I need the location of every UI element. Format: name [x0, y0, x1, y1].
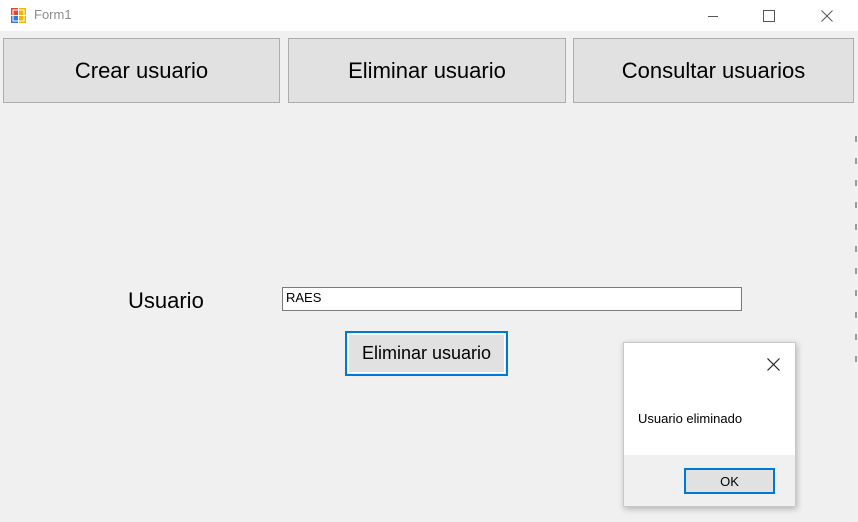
- minimize-button[interactable]: [684, 0, 742, 31]
- eliminar-usuario-submit-button[interactable]: Eliminar usuario: [345, 331, 508, 376]
- usuario-label: Usuario: [128, 288, 204, 313]
- message-box: Usuario eliminado OK: [623, 342, 796, 507]
- window-title: Form1: [34, 7, 72, 22]
- usuario-input[interactable]: RAES: [282, 287, 742, 311]
- message-box-close-button[interactable]: [762, 353, 784, 375]
- maximize-button[interactable]: [740, 0, 798, 31]
- consultar-usuarios-button[interactable]: Consultar usuarios: [573, 38, 854, 103]
- minimize-icon: [708, 15, 718, 17]
- eliminar-usuario-submit-label: Eliminar usuario: [361, 343, 492, 363]
- title-bar[interactable]: Form1: [0, 0, 858, 31]
- ok-button[interactable]: OK: [684, 468, 775, 494]
- close-button[interactable]: [798, 0, 856, 31]
- message-box-footer: OK: [624, 455, 795, 506]
- message-box-text: Usuario eliminado: [638, 411, 743, 426]
- main-window: Form1 Crear usuario Eliminar usuario Con…: [0, 0, 858, 522]
- winforms-app-icon: [11, 8, 26, 23]
- eliminar-usuario-nav-button[interactable]: Eliminar usuario: [288, 38, 566, 103]
- close-icon: [766, 357, 780, 371]
- crear-usuario-button[interactable]: Crear usuario: [3, 38, 280, 103]
- maximize-icon: [763, 9, 775, 22]
- close-icon: [821, 9, 833, 22]
